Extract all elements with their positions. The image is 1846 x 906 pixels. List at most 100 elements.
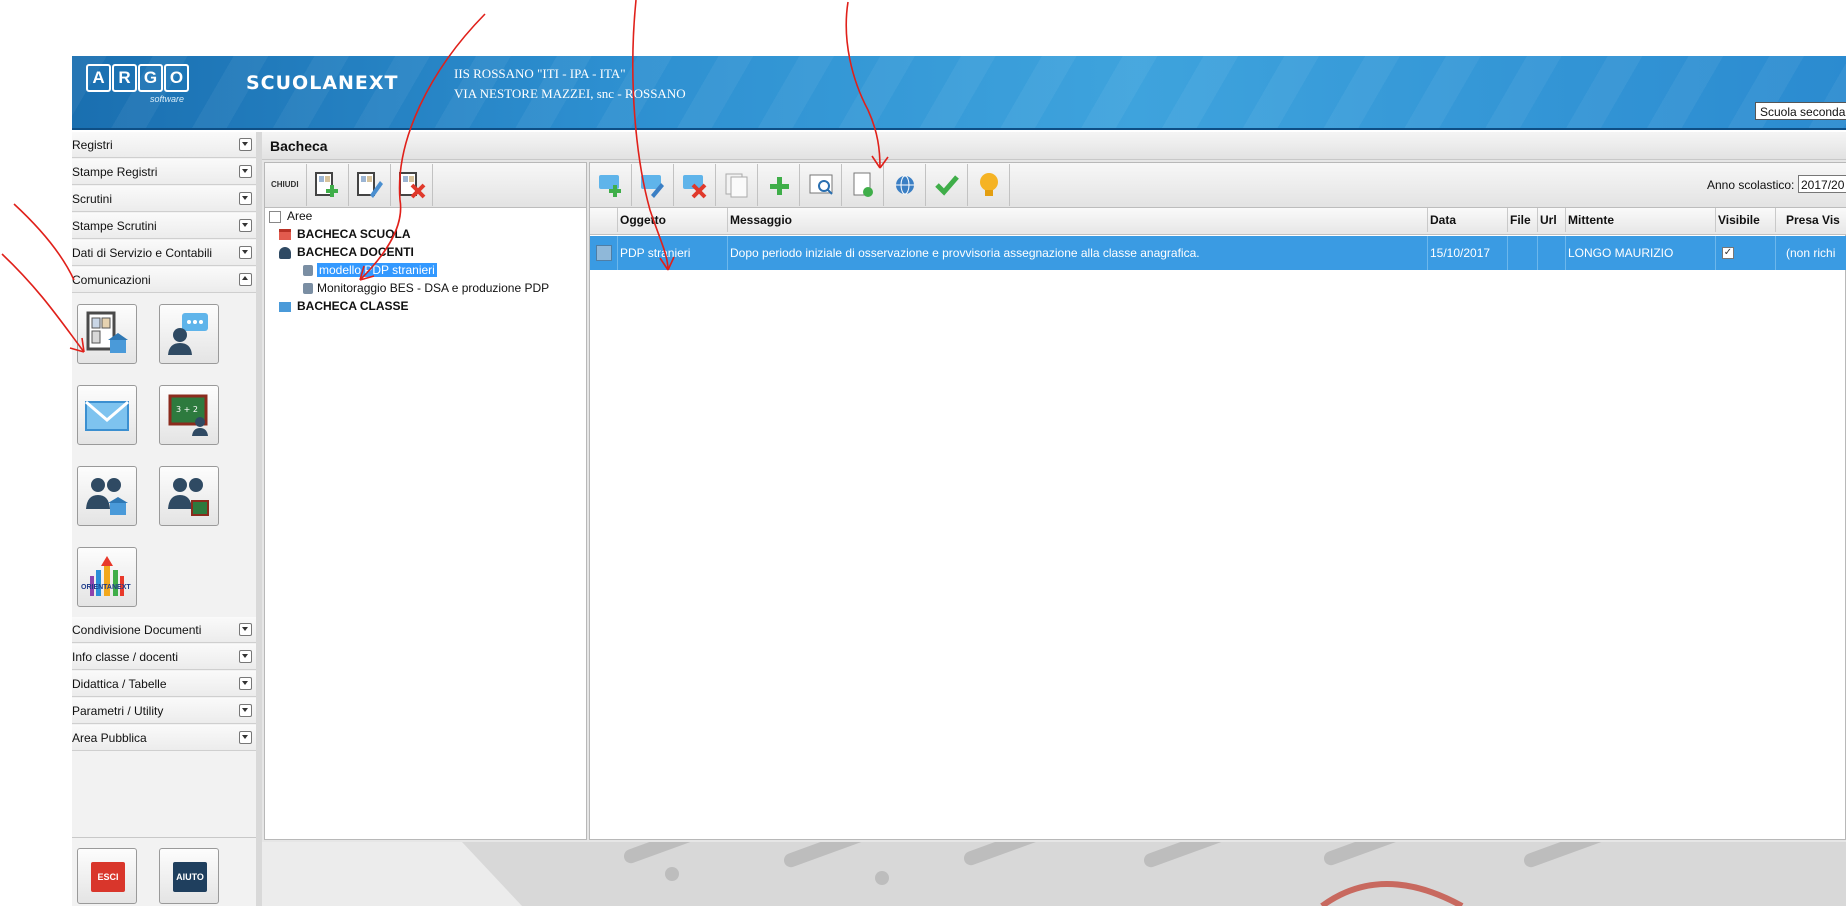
tile-colloqui[interactable]: [159, 304, 219, 364]
add-button[interactable]: [758, 164, 800, 206]
tree-node-bacheca-scuola[interactable]: BACHECA SCUOLA: [279, 227, 411, 241]
tree-node-label: modello PDP stranieri: [317, 263, 437, 277]
exit-button[interactable]: ESCI: [77, 848, 137, 904]
chevron-down-icon[interactable]: [239, 246, 252, 259]
help-button[interactable]: AIUTO: [159, 848, 219, 904]
chevron-up-icon[interactable]: [239, 273, 252, 286]
menu-info-classe[interactable]: Info classe / docenti: [72, 644, 256, 670]
school-select[interactable]: Scuola seconda: [1755, 102, 1846, 120]
year-label: Anno scolastico:: [1707, 178, 1795, 192]
gear-doc-icon: [303, 283, 313, 295]
tile-gruppi-scuola[interactable]: [77, 466, 137, 526]
group-board-icon: [168, 478, 209, 516]
tile-messaggi[interactable]: [77, 385, 137, 445]
menu-label: Comunicazioni: [72, 273, 151, 287]
edit-area-button[interactable]: [349, 164, 391, 206]
menu-stampe-scrutini[interactable]: Stampe Scrutini: [72, 213, 256, 239]
menu-label: Scrutini: [72, 192, 113, 206]
logo-subtitle: software: [150, 94, 185, 104]
menu-label: Registri: [72, 138, 113, 152]
chevron-down-icon[interactable]: [239, 138, 252, 151]
column-header-data[interactable]: Data: [1428, 208, 1508, 232]
delete-message-button[interactable]: [674, 164, 716, 206]
edit-area-icon: [357, 172, 383, 198]
orientanext-label: ORIENTANEXT: [81, 584, 131, 591]
confirm-button[interactable]: [926, 164, 968, 206]
table-row[interactable]: PDP stranieri Dopo periodo iniziale di o…: [590, 236, 1846, 270]
chevron-down-icon[interactable]: [239, 219, 252, 232]
column-header-url[interactable]: Url: [1538, 208, 1566, 232]
add-area-icon: [315, 172, 338, 197]
tip-button[interactable]: [968, 164, 1010, 206]
column-header-visibile[interactable]: Visibile: [1716, 208, 1776, 232]
chevron-down-icon[interactable]: [239, 165, 252, 178]
grid-toolbar: Anno scolastico: 2017/20: [590, 163, 1846, 208]
tree-node-bacheca-classe[interactable]: BACHECA CLASSE: [279, 299, 409, 313]
delete-area-icon: [399, 172, 426, 199]
chevron-down-icon[interactable]: [239, 731, 252, 744]
column-header-mittente[interactable]: Mittente: [1566, 208, 1716, 232]
class-icon: [279, 301, 291, 312]
add-message-icon: [599, 175, 621, 197]
grid-icon: [596, 245, 612, 261]
tile-bacheca[interactable]: [77, 304, 137, 364]
gear-doc-icon: [303, 265, 313, 277]
attach-file-button[interactable]: [842, 164, 884, 206]
menu-label: Dati di Servizio e Contabili: [72, 246, 213, 260]
background-decoration: [262, 842, 1846, 906]
menu-area-pubblica[interactable]: Area Pubblica: [72, 725, 256, 751]
cell-file: [1508, 236, 1538, 270]
tree-node-bacheca-docenti[interactable]: BACHECA DOCENTI: [279, 245, 414, 259]
tile-orientanext[interactable]: ORIENTANEXT: [77, 547, 137, 607]
sidebar-divider: [72, 837, 256, 838]
delete-area-button[interactable]: [391, 164, 433, 206]
menu-stampe-registri[interactable]: Stampe Registri: [72, 159, 256, 185]
mail-icon: [85, 400, 129, 431]
chevron-down-icon[interactable]: [239, 623, 252, 636]
cell-presa-visione: (non richi: [1776, 236, 1846, 270]
column-header-messaggio[interactable]: Messaggio: [728, 208, 1428, 232]
menu-label: Area Pubblica: [72, 731, 147, 745]
tree-node-modello-pdp[interactable]: modello PDP stranieri: [303, 263, 437, 277]
chevron-down-icon[interactable]: [239, 704, 252, 717]
chevron-down-icon[interactable]: [239, 677, 252, 690]
add-area-button[interactable]: [307, 164, 349, 206]
tree-root-label: Aree: [287, 209, 313, 223]
menu-registri[interactable]: Registri: [72, 132, 256, 158]
table-header: Oggetto Messaggio Data File Url Mittente…: [590, 208, 1846, 235]
menu-label: Stampe Registri: [72, 165, 158, 179]
close-button[interactable]: CHIUDI: [265, 164, 307, 206]
menu-comunicazioni[interactable]: Comunicazioni: [72, 267, 256, 293]
column-header-file[interactable]: File: [1508, 208, 1538, 232]
cell-data: 15/10/2017: [1428, 236, 1508, 270]
menu-scrutini[interactable]: Scrutini: [72, 186, 256, 212]
tree-node-monitoraggio[interactable]: Monitoraggio BES - DSA e produzione PDP: [303, 281, 549, 295]
tile-lavagna[interactable]: 3 + 2: [159, 385, 219, 445]
visible-checkbox[interactable]: ✓: [1722, 247, 1734, 259]
tile-gruppi-lavagna[interactable]: [159, 466, 219, 526]
school-address: VIA NESTORE MAZZEI, snc - ROSSANO: [454, 86, 686, 101]
column-header-oggetto[interactable]: Oggetto: [618, 208, 728, 232]
chevron-down-icon[interactable]: [239, 650, 252, 663]
menu-didattica-tabelle[interactable]: Didattica / Tabelle: [72, 671, 256, 697]
menu-label: Stampe Scrutini: [72, 219, 157, 233]
preview-button[interactable]: [800, 164, 842, 206]
sidebar: Registri Stampe Registri Scrutini Stampe…: [72, 132, 262, 906]
edit-message-button[interactable]: [632, 164, 674, 206]
menu-label: Didattica / Tabelle: [72, 677, 167, 691]
year-field[interactable]: 2017/20: [1798, 175, 1846, 193]
chevron-down-icon[interactable]: [239, 192, 252, 205]
menu-condivisione-documenti[interactable]: Condivisione Documenti: [72, 617, 256, 643]
add-message-button[interactable]: [590, 164, 632, 206]
cell-mittente: LONGO MAURIZIO: [1566, 236, 1716, 270]
column-header-presa-visione[interactable]: Presa Vis: [1776, 208, 1846, 232]
menu-parametri-utility[interactable]: Parametri / Utility: [72, 698, 256, 724]
web-link-button[interactable]: [884, 164, 926, 206]
tree-root[interactable]: Aree: [269, 209, 312, 223]
copy-button[interactable]: [716, 164, 758, 206]
tree-node-label: BACHECA SCUOLA: [297, 227, 411, 241]
add-icon: [770, 177, 789, 195]
help-label: AIUTO: [173, 862, 207, 892]
menu-dati-servizio[interactable]: Dati di Servizio e Contabili: [72, 240, 256, 266]
row-icon-cell: [590, 236, 618, 270]
